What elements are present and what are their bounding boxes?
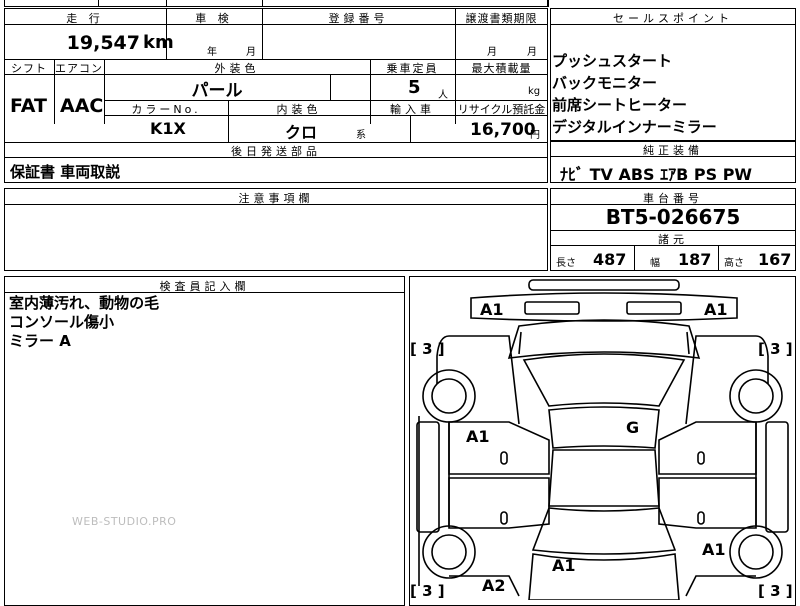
transfer-deadline-label: 譲渡書類期限 (465, 12, 538, 25)
chassis-label: 車台番号 (643, 192, 703, 205)
deadline-day-unit: 月 (527, 47, 537, 58)
damage-mark-rear-center: A1 (552, 556, 576, 575)
color-no-label: カラーNo. (131, 103, 201, 116)
damage-mark-front-left: A1 (480, 300, 504, 319)
capacity-label: 乗車定員 (386, 62, 439, 75)
damage-mark-roof: G (626, 418, 640, 437)
inspector-note: コンソール傷小 (9, 313, 115, 331)
equipment-label: 純正装備 (643, 144, 703, 157)
inspector-note: 室内薄汚れ、動物の毛 (9, 294, 160, 312)
length-value: 487 (593, 250, 627, 269)
watermark: WEB-STUDIO.PRO (72, 515, 177, 528)
later-items-value: 保証書 車両取説 (10, 163, 121, 181)
dimensions-label: 諸元 (658, 233, 688, 246)
recycle-label: リサイクル預託金 (457, 103, 546, 116)
interior-color-unit: 系 (356, 130, 366, 141)
equipment-value: ﾅﾋﾞ TV ABS ｴｱB PS PW (560, 165, 753, 184)
tire-mark-rear-right: [ 3 ] (758, 582, 793, 600)
inspector-notes: 室内薄汚れ、動物の毛 コンソール傷小 ミラー A (9, 294, 159, 351)
mileage-unit: km (143, 32, 174, 53)
interior-color-value: クロ (285, 123, 318, 142)
inspection-label: 車 検 (195, 12, 233, 25)
recycle-value: 16,700 (470, 120, 536, 140)
top-strip (4, 0, 548, 7)
mileage-label: 走 行 (66, 12, 104, 25)
tire-mark-front-left: [ 3 ] (410, 340, 445, 358)
mileage-value: 19,547 (66, 32, 140, 54)
height-label: 高さ (724, 258, 744, 269)
length-label: 長さ (556, 258, 576, 269)
shift-label: シフト (11, 62, 47, 75)
aircon-value: AAC (60, 95, 104, 117)
damage-mark-rear-left: A2 (482, 576, 506, 595)
inspection-month-unit: 月 (246, 47, 256, 58)
inspector-note: ミラー A (9, 332, 71, 350)
notes-label: 注意事項欄 (238, 192, 314, 205)
exterior-color-value: パール (191, 81, 243, 101)
chassis-value: BT5-026675 (605, 205, 741, 229)
aircon-label: エアコン (55, 62, 103, 75)
width-value: 187 (678, 250, 712, 269)
damage-mark-left-door: A1 (466, 427, 490, 446)
height-value: 167 (758, 250, 792, 269)
sales-point-item: デジタルインナーミラー (552, 118, 717, 136)
interior-color-label: 内装色 (276, 103, 322, 116)
exterior-color-label: 外装色 (214, 62, 260, 75)
inspection-year-unit: 年 (207, 47, 217, 58)
tire-mark-rear-left: [ 3 ] (410, 582, 445, 600)
deadline-month-unit: 月 (487, 47, 497, 58)
shift-value: FAT (10, 95, 47, 117)
max-load-unit: kg (528, 86, 541, 97)
sales-point-item: 前席シートヒーター (552, 96, 688, 114)
color-no-value: K1X (150, 119, 186, 138)
width-label: 幅 (650, 258, 660, 269)
sales-points-list: プッシュスタート バックモニター 前席シートヒーター デジタルインナーミラー (552, 50, 717, 138)
sales-points-label: セールスポイント (613, 12, 733, 25)
registration-label: 登録番号 (328, 12, 389, 25)
import-label: 輸入車 (390, 103, 435, 116)
recycle-unit: 円 (530, 130, 540, 141)
capacity-unit: 人 (438, 90, 448, 101)
tire-mark-front-right: [ 3 ] (758, 340, 793, 358)
sales-point-item: バックモニター (552, 74, 658, 92)
max-load-label: 最大積載量 (471, 62, 532, 75)
damage-mark-front-right: A1 (704, 300, 728, 319)
sales-point-item: プッシュスタート (552, 52, 673, 70)
capacity-value: 5 (408, 77, 421, 98)
later-items-label: 後日発送部品 (231, 145, 321, 158)
inspector-label: 検査員記入欄 (159, 280, 250, 293)
damage-mark-right-rear: A1 (702, 540, 726, 559)
